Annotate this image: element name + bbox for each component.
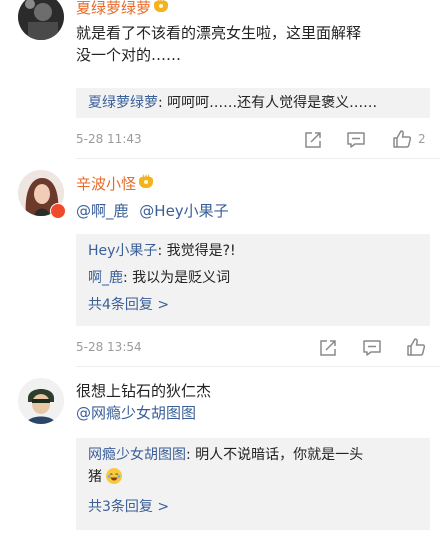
laugh-emoji-icon [106, 468, 123, 484]
divider [76, 366, 440, 367]
v-badge-icon [50, 203, 66, 219]
reply-item-continued: 猪 [88, 466, 418, 496]
share-button[interactable] [318, 338, 340, 358]
reply-text: : 我以为是贬义词 [123, 270, 231, 286]
reply-box[interactable]: 夏绿萝绿萝: 呵呵呵……还有人觉得是褒义…… [76, 88, 430, 118]
mention-link[interactable]: @Hey小果子 [139, 202, 228, 220]
avatar[interactable] [18, 378, 64, 424]
timestamp: 5-28 11:43 [76, 132, 142, 146]
reply-author[interactable]: 夏绿萝绿萝 [88, 95, 158, 111]
vip-crown-icon [154, 1, 169, 12]
share-icon [305, 132, 321, 148]
like-icon [407, 338, 426, 356]
reply-text: : 我觉得是?! [157, 243, 236, 259]
share-icon [320, 340, 336, 356]
username[interactable]: 夏绿萝绿萝 [76, 0, 169, 18]
reply-text: 猪 [88, 469, 102, 485]
comment-icon [347, 132, 365, 148]
divider [76, 158, 440, 159]
reply-item[interactable]: Hey小果子: 我觉得是?! [88, 240, 418, 267]
like-button[interactable] [406, 337, 428, 357]
reply-author[interactable]: 啊_鹿 [88, 270, 123, 286]
more-replies-link[interactable]: 共3条回复 > [88, 496, 418, 518]
comment-body: 很想上钻石的狄仁杰 [76, 382, 212, 400]
vip-crown-icon [139, 177, 154, 188]
comment-text: 就是看了不该看的漂亮女生啦，这里面解释 没一个对的…… [76, 24, 362, 64]
more-replies-link[interactable]: 共4条回复 > [88, 294, 418, 316]
reply-box[interactable]: Hey小果子: 我觉得是?! 啊_鹿: 我以为是贬义词 共4条回复 > [76, 234, 430, 326]
reply-author[interactable]: 网瘾少女胡图图 [88, 447, 186, 463]
reply-item[interactable]: 夏绿萝绿萝: 呵呵呵……还有人觉得是褒义…… [88, 92, 418, 114]
reply-item[interactable]: 啊_鹿: 我以为是贬义词 [88, 267, 418, 294]
like-button[interactable] [392, 129, 414, 149]
avatar[interactable] [18, 0, 64, 40]
reply-text: : 呵呵呵……还有人觉得是褒义…… [158, 95, 378, 111]
reply-item[interactable]: 网瘾少女胡图图: 明人不说暗话，你就是一头 [88, 444, 418, 466]
username[interactable]: 辛波小怪 [76, 173, 154, 194]
comment-icon [363, 340, 381, 356]
reply-box[interactable]: 网瘾少女胡图图: 明人不说暗话，你就是一头 猪 共3条回复 > [76, 438, 430, 530]
reply-text: : 明人不说暗话，你就是一头 [186, 447, 364, 463]
comment-text: @啊_鹿 @Hey小果子 [76, 200, 426, 222]
like-count: 2 [418, 132, 426, 146]
mention-link[interactable]: @网瘾少女胡图图 [76, 402, 426, 424]
reply-author[interactable]: Hey小果子 [88, 243, 157, 259]
comment-button[interactable] [346, 130, 368, 150]
comment-button[interactable] [362, 338, 384, 358]
share-button[interactable] [303, 130, 325, 150]
mention-link[interactable]: @啊_鹿 [76, 202, 129, 220]
timestamp: 5-28 13:54 [76, 340, 142, 354]
comment-text: 很想上钻石的狄仁杰 @网瘾少女胡图图 [76, 380, 426, 424]
like-icon [393, 130, 412, 148]
